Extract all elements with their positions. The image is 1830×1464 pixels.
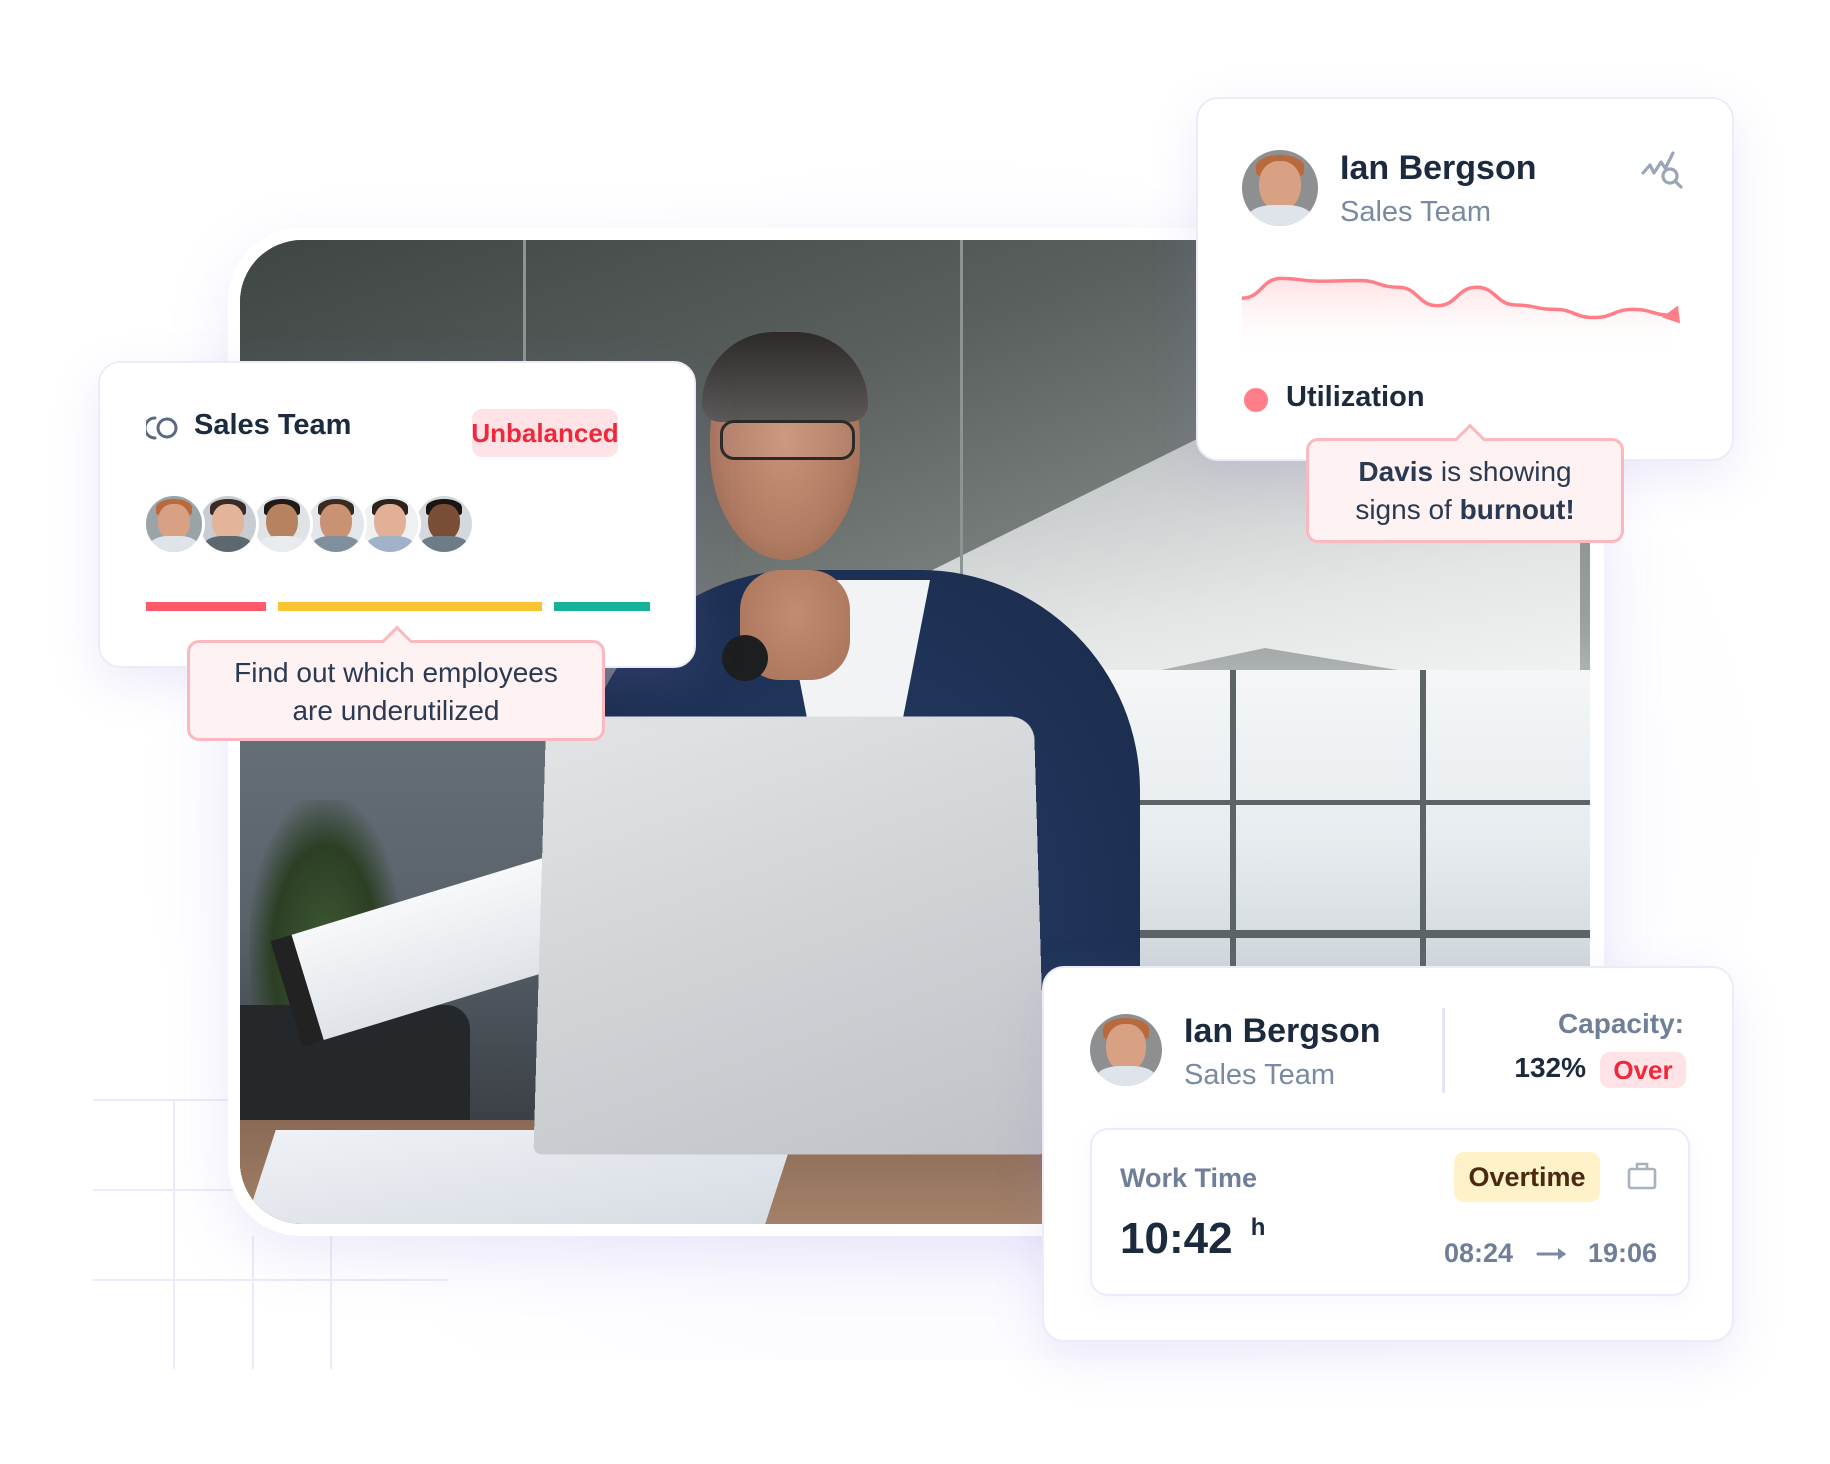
tooltip-line-1: Find out which employees xyxy=(234,657,558,688)
trend-area xyxy=(1242,278,1672,359)
employee-team: Sales Team xyxy=(1184,1059,1335,1091)
team-member-avatar[interactable] xyxy=(305,493,367,555)
burnout-tooltip: Davis is showing signs of burnout! xyxy=(1306,423,1624,543)
distribution-segment-overutilized xyxy=(146,602,266,611)
work-start-time: 08:24 xyxy=(1444,1238,1514,1268)
work-time-panel: Work Time Overtime 10:42 h 08:24 19:06 xyxy=(1090,1128,1690,1296)
over-capacity-badge: Over xyxy=(1600,1052,1686,1088)
utilization-legend-dot xyxy=(1244,388,1268,412)
chart-search-icon[interactable] xyxy=(1640,149,1688,191)
employee-team: Sales Team xyxy=(1340,196,1491,228)
employee-name: Ian Bergson xyxy=(1340,149,1537,187)
work-end-time: 19:06 xyxy=(1588,1238,1658,1268)
employee-name: Ian Bergson xyxy=(1184,1012,1381,1050)
team-cycle-icon xyxy=(146,416,178,440)
burnout-employee-name: Davis xyxy=(1358,456,1434,487)
team-title: Sales Team xyxy=(194,409,352,441)
utilization-card[interactable]: Ian Bergson Sales Team Utilization xyxy=(1196,97,1734,461)
team-distribution-bar xyxy=(146,602,650,611)
employee-avatar xyxy=(1242,150,1318,226)
burnout-keyword: burnout! xyxy=(1459,494,1575,525)
overtime-badge: Overtime xyxy=(1454,1152,1600,1202)
work-time-label: Work Time xyxy=(1120,1163,1258,1193)
work-time-value: 10:42 h xyxy=(1120,1214,1266,1263)
header-divider xyxy=(1442,1008,1445,1093)
team-member-avatar[interactable] xyxy=(251,493,313,555)
arrow-right-icon xyxy=(1536,1248,1566,1260)
team-member-avatar[interactable] xyxy=(413,493,475,555)
team-member-avatar[interactable] xyxy=(197,493,259,555)
employee-avatar xyxy=(1090,1014,1162,1086)
team-avatars xyxy=(143,493,503,557)
work-time-unit: h xyxy=(1250,1214,1266,1241)
team-balance-card[interactable]: Sales Team Unbalanced xyxy=(98,361,696,668)
utilization-legend-label: Utilization xyxy=(1286,381,1425,413)
capacity-value: 132% xyxy=(1514,1052,1586,1083)
briefcase-icon[interactable] xyxy=(1626,1160,1658,1192)
distribution-segment-balanced xyxy=(278,602,542,611)
capacity-label: Capacity: xyxy=(1557,1008,1684,1039)
team-member-avatar[interactable] xyxy=(359,493,421,555)
team-member-avatar[interactable] xyxy=(143,493,205,555)
tooltip-line-2: are underutilized xyxy=(292,695,500,726)
distribution-segment-underutilized xyxy=(554,602,650,611)
capacity-card[interactable]: Ian Bergson Sales Team Capacity: 132% Ov… xyxy=(1042,966,1734,1342)
utilization-trend-chart xyxy=(1242,276,1680,359)
underutilized-tooltip: Find out which employees are underutiliz… xyxy=(187,625,605,741)
unbalanced-badge: Unbalanced xyxy=(471,409,619,457)
